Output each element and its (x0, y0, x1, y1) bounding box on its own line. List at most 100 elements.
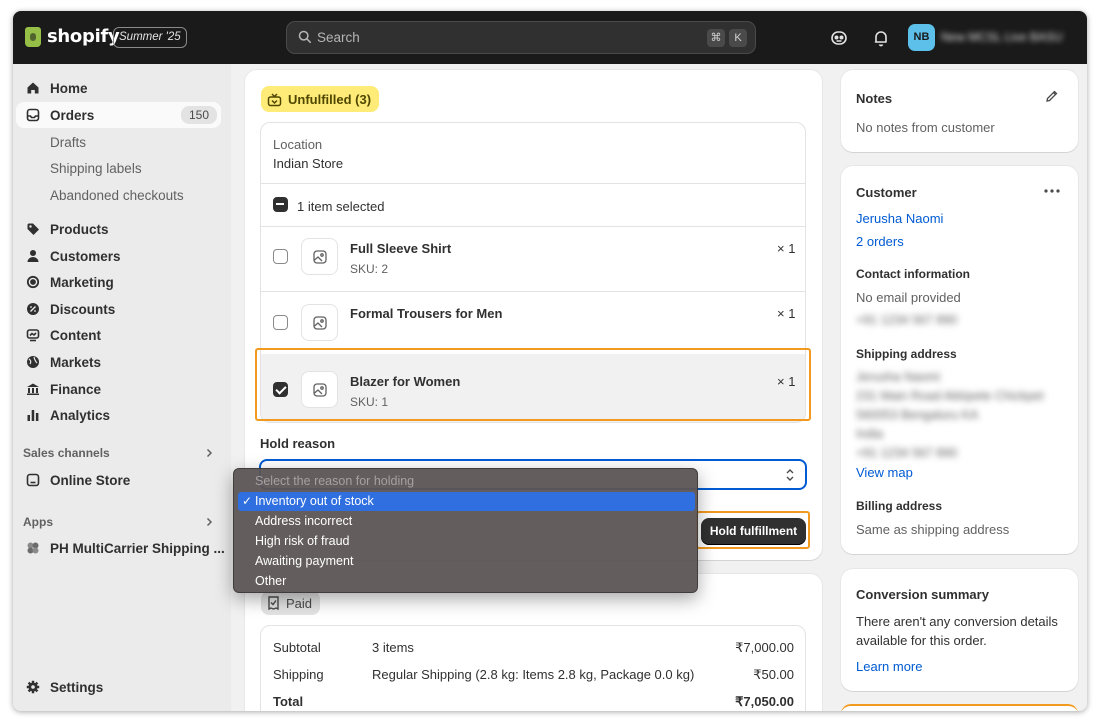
app-grid-icon (27, 542, 39, 554)
dropdown-option-selected[interactable]: ✓ Inventory out of stock (238, 492, 695, 511)
summary-desc: 3 items (372, 640, 414, 655)
sidebar-item-markets[interactable]: Markets (16, 349, 221, 375)
conversion-title: Conversion summary (856, 587, 989, 602)
sidebar-item-analytics[interactable]: Analytics (16, 402, 221, 428)
dropdown-option[interactable]: Awaiting payment (238, 552, 695, 571)
sidebar-item-label: Content (50, 328, 101, 343)
kbd-k: K (729, 29, 747, 47)
dropdown-option[interactable]: Address incorrect (238, 512, 695, 531)
sidebar-item-label: Customers (50, 249, 121, 264)
app-window: shopify Summer '25 Search ⌘ K NB New MCS… (13, 11, 1087, 711)
sidebar-item-content[interactable]: Content (16, 322, 221, 348)
bar-chart-icon (27, 410, 39, 421)
customer-title: Customer (856, 185, 917, 200)
highlight-hold-button (696, 511, 810, 549)
sidebar-item-ph-multicarrier[interactable]: PH MultiCarrier Shipping ... (16, 535, 225, 561)
image-placeholder-icon (313, 316, 327, 330)
address-line: +91 1234 567 890 (856, 446, 958, 460)
sidebar-item-label: Discounts (50, 302, 116, 317)
summary-total-label: Total (273, 694, 304, 709)
product-thumbnail (301, 304, 338, 341)
dropdown-option: Select the reason for holding (255, 474, 415, 488)
payment-summary-box: Subtotal 3 items ₹7,000.00 Shipping Regu… (260, 625, 806, 711)
avatar[interactable]: NB (908, 24, 935, 51)
shopify-bag-icon (25, 26, 41, 47)
sidebar-item-finance[interactable]: Finance (16, 376, 221, 402)
sidebar-item-drafts[interactable]: Drafts (50, 135, 86, 150)
learn-more-link[interactable]: Learn more (856, 659, 922, 674)
store-name[interactable]: New MCSL Live BASU (941, 30, 1063, 44)
billing-address-title: Billing address (856, 499, 943, 513)
content-icon (26, 329, 40, 342)
orders-count-badge: 150 (180, 106, 217, 124)
product-thumbnail (301, 238, 338, 275)
customer-name-link[interactable]: Jerusha Naomi (856, 211, 943, 226)
item-checkbox[interactable] (273, 249, 288, 264)
sidebar-item-label: Finance (50, 382, 102, 397)
next-card-edge (841, 704, 1078, 711)
unfulfilled-icon (267, 92, 282, 106)
sidebar-item-label: Settings (50, 680, 104, 695)
gear-icon (26, 680, 40, 694)
target-icon (26, 275, 40, 289)
view-map-link[interactable]: View map (856, 465, 913, 480)
tag-icon (27, 223, 39, 235)
paid-badge: Paid (261, 591, 321, 615)
item-qty: × 1 (777, 241, 796, 256)
checkmark-icon: ✓ (242, 494, 253, 508)
top-bar: shopify Summer '25 Search ⌘ K NB New MCS… (13, 11, 1087, 64)
pencil-icon[interactable] (1045, 89, 1059, 103)
sidekick-icon[interactable] (829, 28, 849, 48)
sidebar-item-orders[interactable]: Orders 150 (16, 102, 221, 128)
chevron-right-icon[interactable] (204, 517, 214, 527)
sidebar-item-label: Orders (50, 108, 95, 123)
item-name[interactable]: Full Sleeve Shirt (350, 241, 451, 256)
more-options-icon[interactable] (1044, 189, 1060, 193)
select-all-checkbox[interactable] (273, 197, 288, 212)
apps-heading[interactable]: Apps (23, 515, 53, 529)
search-input[interactable]: Search ⌘ K (286, 21, 756, 54)
hold-reason-dropdown: Select the reason for holding ✓ Inventory… (233, 468, 698, 593)
sidebar-item-products[interactable]: Products (16, 216, 221, 242)
sidebar-item-label: Marketing (50, 275, 114, 290)
payment-card: Paid Subtotal 3 items ₹7,000.00 Shipping… (245, 574, 822, 711)
sales-channels-heading[interactable]: Sales channels (23, 446, 110, 460)
divider (261, 226, 805, 227)
chevron-right-icon[interactable] (204, 448, 214, 458)
sidebar-item-customers[interactable]: Customers (16, 243, 221, 269)
orders-inbox-icon (26, 108, 40, 122)
address-line: India (856, 427, 884, 441)
highlight-selected-item (255, 348, 811, 421)
kbd-cmd: ⌘ (707, 29, 725, 47)
dropdown-option[interactable]: High risk of fraud (238, 532, 695, 551)
billing-address-text: Same as shipping address (856, 522, 1010, 537)
sidebar-item-label: Online Store (50, 473, 131, 488)
item-checkbox[interactable] (273, 315, 288, 330)
sidebar-item-discounts[interactable]: Discounts (16, 296, 221, 322)
sidebar-item-label: Analytics (50, 408, 111, 423)
dropdown-option[interactable]: Other (238, 572, 695, 591)
sidebar-item-abandoned-checkouts[interactable]: Abandoned checkouts (50, 188, 184, 203)
sidebar-item-shipping-labels[interactable]: Shipping labels (50, 161, 142, 176)
customer-orders-link[interactable]: 2 orders (856, 234, 904, 249)
sidebar-item-marketing[interactable]: Marketing (16, 269, 221, 295)
shipping-address-title: Shipping address (856, 347, 957, 361)
item-name[interactable]: Formal Trousers for Men (350, 306, 502, 321)
contact-email: No email provided (856, 290, 961, 305)
sidebar-item-label: Markets (50, 355, 102, 370)
store-icon (26, 473, 40, 487)
receipt-check-icon (268, 596, 279, 610)
notes-title: Notes (856, 91, 893, 106)
edition-badge[interactable]: Summer '25 (113, 27, 187, 48)
shopify-logo[interactable]: shopify (25, 26, 120, 47)
divider (261, 291, 805, 292)
bell-icon[interactable] (871, 28, 891, 48)
bank-icon (27, 383, 39, 395)
sidebar-item-online-store[interactable]: Online Store (16, 467, 221, 493)
sidebar-item-label: Products (50, 222, 109, 237)
sidebar: Home Orders 150 Drafts Shipping labels A… (13, 64, 231, 711)
sidebar-item-settings[interactable]: Settings (16, 674, 221, 700)
summary-label: Shipping (273, 667, 324, 682)
sidebar-item-home[interactable]: Home (16, 75, 221, 101)
notes-card: Notes No notes from customer (841, 70, 1078, 152)
